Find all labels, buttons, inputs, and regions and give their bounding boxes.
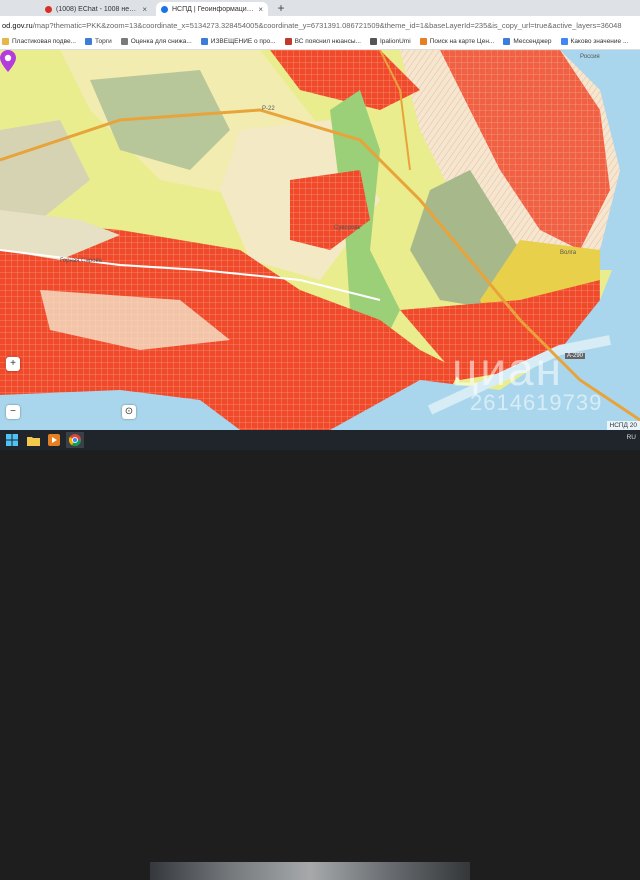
chrome-icon	[69, 434, 81, 446]
bookmark-icon	[420, 38, 427, 45]
media-player-button[interactable]	[45, 432, 63, 448]
bookmark-label: IpalionUmi	[380, 38, 411, 45]
village-label: Суворовк	[334, 225, 360, 231]
bookmark-icon	[285, 38, 292, 45]
nspd-favicon-icon	[161, 6, 168, 13]
address-path: /map?thematic=PKK&zoom=13&coordinate_x=5…	[33, 21, 622, 30]
language-indicator[interactable]: RU	[627, 434, 636, 441]
watermark-id: 2614619739	[470, 390, 602, 416]
bookmark-item[interactable]: Мессенджер	[503, 38, 551, 45]
tab-bar: (1008) EChat - 1008 непрочитанн × НСПД |…	[0, 0, 640, 16]
address-domain: od.gov.ru	[2, 21, 33, 30]
address-bar[interactable]: od.gov.ru/map?thematic=PKK&zoom=13&coord…	[0, 16, 640, 34]
map-copyright: НСПД 20	[607, 421, 640, 430]
bookmark-icon	[85, 38, 92, 45]
bookmark-icon	[561, 38, 568, 45]
bookmark-icon	[121, 38, 128, 45]
tab-nspd[interactable]: НСПД | Геоинформационный п ×	[156, 2, 268, 16]
bookmark-label: ИЗВЕЩЕНИЕ о про...	[211, 38, 276, 45]
tab-echat[interactable]: (1008) EChat - 1008 непрочитанн ×	[40, 2, 152, 16]
bookmark-label: Поиск на карте Цен...	[430, 38, 495, 45]
map-canvas[interactable]: + − ⊙ Р-22 Россия A-290 Горная Сарова Су…	[0, 50, 640, 430]
road-label: Р-22	[262, 106, 275, 112]
bookmark-item[interactable]: Поиск на карте Цен...	[420, 38, 495, 45]
highway-label: A-290	[565, 353, 585, 359]
close-tab-icon[interactable]: ×	[142, 5, 147, 14]
close-tab-icon[interactable]: ×	[258, 5, 263, 14]
bookmarks-bar: Пластиковая подве... Торги Оценка для сн…	[0, 34, 640, 50]
watermark: циан	[452, 342, 563, 396]
tab-title: НСПД | Геоинформационный п	[172, 6, 255, 13]
bookmark-item[interactable]: Торги	[85, 38, 112, 45]
file-explorer-button[interactable]	[24, 432, 42, 448]
folder-icon	[27, 435, 40, 446]
road-label: Россия	[580, 54, 600, 60]
location-pin-icon[interactable]	[0, 50, 16, 72]
media-player-icon	[48, 434, 60, 446]
bookmark-item[interactable]: Пластиковая подве...	[2, 38, 76, 45]
bookmark-icon	[503, 38, 510, 45]
locate-button[interactable]: ⊙	[122, 405, 136, 419]
river-label: Волга	[560, 250, 576, 256]
bookmark-item[interactable]: Оценка для снижа...	[121, 38, 192, 45]
bookmark-label: Пластиковая подве...	[12, 38, 76, 45]
zoom-out-button[interactable]: −	[6, 405, 20, 419]
windows-icon	[6, 434, 18, 446]
bookmark-icon	[201, 38, 208, 45]
start-button[interactable]	[3, 432, 21, 448]
bookmark-label: ВС пояснил нюансы...	[295, 38, 361, 45]
bookmark-icon	[370, 38, 377, 45]
bookmark-item[interactable]: ВС пояснил нюансы...	[285, 38, 361, 45]
bookmark-label: Каково значение ...	[571, 38, 629, 45]
street-label: Горная Сарова	[60, 258, 102, 264]
new-tab-button[interactable]: +	[274, 2, 288, 16]
bookmark-icon	[2, 38, 9, 45]
bookmark-label: Торги	[95, 38, 112, 45]
echat-favicon-icon	[45, 6, 52, 13]
bookmark-item[interactable]: Каково значение ...	[561, 38, 629, 45]
bookmark-item[interactable]: ИЗВЕЩЕНИЕ о про...	[201, 38, 276, 45]
zoom-in-button[interactable]: +	[6, 357, 20, 371]
bookmark-label: Оценка для снижа...	[131, 38, 192, 45]
taskbar: RU	[0, 430, 640, 450]
bookmark-label: Мессенджер	[513, 38, 551, 45]
tab-title: (1008) EChat - 1008 непрочитанн	[56, 6, 139, 13]
chrome-button[interactable]	[66, 432, 84, 448]
blurred-region	[150, 862, 470, 880]
bookmark-item[interactable]: IpalionUmi	[370, 38, 411, 45]
